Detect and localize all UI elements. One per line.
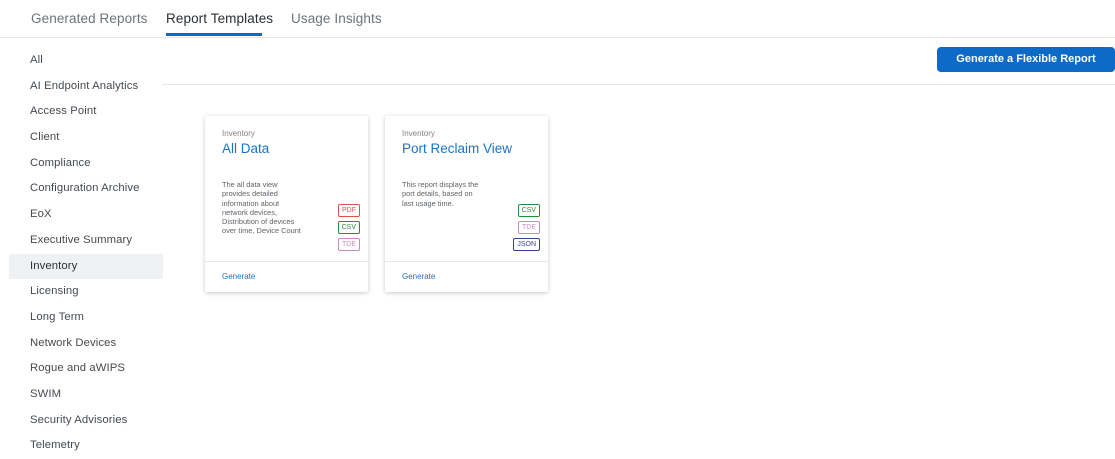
description-line: port details, based on <box>402 189 473 199</box>
report-template-card: Inventory All Data The all data view pro… <box>205 116 368 292</box>
sidebar-item-eox[interactable]: EoX <box>9 202 163 228</box>
card-divider <box>385 261 548 262</box>
sidebar-item-licensing[interactable]: Licensing <box>9 279 163 305</box>
format-badge-pdf[interactable]: PDF <box>338 204 360 217</box>
tab-generated-reports[interactable]: Generated Reports <box>31 11 148 26</box>
sidebar-item-long-term[interactable]: Long Term <box>9 305 163 331</box>
sidebar-item-telemetry[interactable]: Telemetry <box>9 433 163 459</box>
description-line: provides detailed <box>222 189 278 199</box>
format-badge-tde[interactable]: TDE <box>518 221 540 234</box>
card-category: Inventory <box>402 129 435 138</box>
generate-link[interactable]: Generate <box>222 272 255 281</box>
tab-usage-insights[interactable]: Usage Insights <box>291 11 382 26</box>
format-badge-csv[interactable]: CSV <box>337 221 360 234</box>
sidebar-item-ai-endpoint-analytics[interactable]: AI Endpoint Analytics <box>9 74 163 100</box>
tab-report-templates[interactable]: Report Templates <box>166 11 273 26</box>
generate-flexible-report-button[interactable]: Generate a Flexible Report <box>937 47 1115 72</box>
sidebar-item-network-devices[interactable]: Network Devices <box>9 331 163 357</box>
sidebar-item-configuration-archive[interactable]: Configuration Archive <box>9 176 163 202</box>
description-line: network devices, <box>222 207 278 217</box>
sidebar-item-compliance[interactable]: Compliance <box>9 151 163 177</box>
format-badge-tde[interactable]: TDE <box>338 238 360 251</box>
sidebar-item-executive-summary[interactable]: Executive Summary <box>9 228 163 254</box>
card-description: This report displays the port details, b… <box>402 180 512 208</box>
format-badge-csv[interactable]: CSV <box>517 204 540 217</box>
report-template-card: Inventory Port Reclaim View This report … <box>385 116 548 292</box>
card-description: The all data view provides detailed info… <box>222 180 332 236</box>
report-tabs: Generated Reports Report Templates Usage… <box>0 0 1115 38</box>
card-title[interactable]: Port Reclaim View <box>402 141 512 156</box>
format-badges: PDF CSV TDE <box>337 204 360 251</box>
sidebar-item-client[interactable]: Client <box>9 125 163 151</box>
description-line: Distribution of devices <box>222 217 295 227</box>
format-badge-json[interactable]: JSON <box>513 238 540 251</box>
template-category-sidebar: All AI Endpoint Analytics Access Point C… <box>9 48 163 459</box>
description-line: information about <box>222 198 280 208</box>
content-divider <box>162 84 1115 85</box>
description-line: The all data view <box>222 180 278 189</box>
sidebar-item-all[interactable]: All <box>9 48 163 74</box>
format-badges: CSV TDE JSON <box>513 204 540 251</box>
sidebar-item-access-point[interactable]: Access Point <box>9 99 163 125</box>
active-tab-indicator <box>166 33 262 36</box>
card-category: Inventory <box>222 129 255 138</box>
description-line: This report displays the <box>402 180 479 189</box>
card-divider <box>205 261 368 262</box>
sidebar-item-inventory[interactable]: Inventory <box>9 253 163 280</box>
sidebar-item-swim[interactable]: SWIM <box>9 382 163 408</box>
generate-link[interactable]: Generate <box>402 272 435 281</box>
card-title[interactable]: All Data <box>222 141 269 156</box>
description-line: last usage time. <box>402 198 454 208</box>
description-line: over time, Device Count <box>222 226 301 236</box>
sidebar-item-security-advisories[interactable]: Security Advisories <box>9 408 163 434</box>
sidebar-item-rogue-and-awips[interactable]: Rogue and aWIPS <box>9 356 163 382</box>
